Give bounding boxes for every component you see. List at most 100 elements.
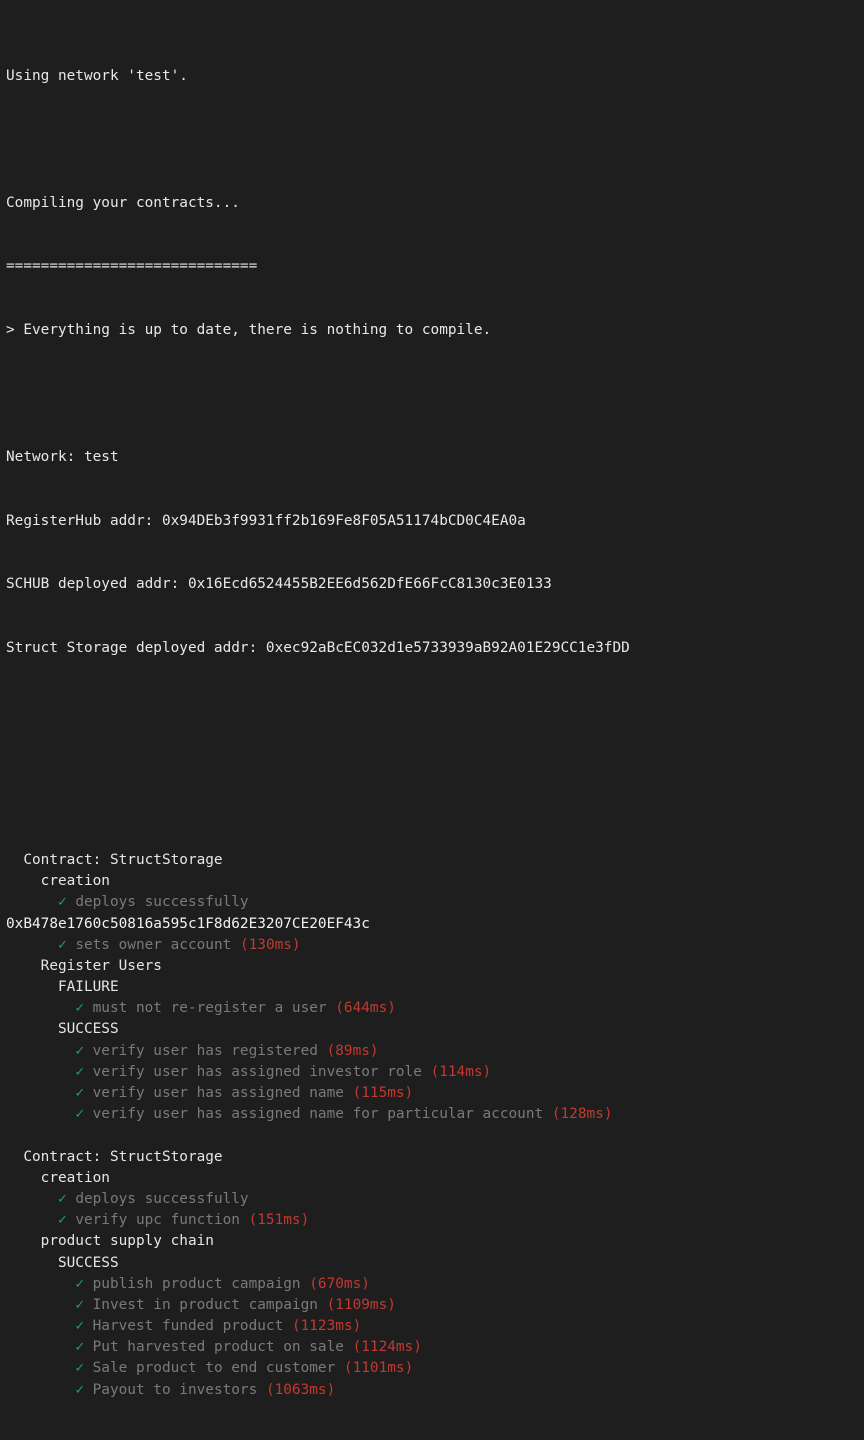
test-duration: (1109ms)	[326, 1296, 396, 1313]
group-title: Register Users	[40, 957, 162, 974]
group-title-row: product supply chain	[6, 1231, 864, 1252]
test-result-row: ✓ verify user has assigned name for part…	[6, 1104, 864, 1125]
compiling-line: Compiling your contracts...	[6, 194, 240, 211]
check-icon: ✓	[75, 1085, 84, 1101]
test-title: must not re-register a user	[83, 1000, 327, 1017]
test-title: deploys successfully	[66, 894, 249, 911]
check-icon: ✓	[57, 894, 67, 911]
test-result-row: ✓ Sale product to end customer (1101ms)	[6, 1358, 864, 1379]
subgroup-title-row: SUCCESS	[6, 1253, 864, 1274]
test-result-row: ✓ Payout to investors (1063ms)	[6, 1380, 864, 1401]
group-title-row: creation	[6, 871, 864, 892]
check-icon: ✓	[75, 1042, 84, 1059]
subgroup-title: SUCCESS	[57, 1254, 119, 1271]
struct-storage-address-line: Struct Storage deployed addr: 0xec92aBcE…	[6, 639, 630, 656]
deployed-address: 0xB478e1760c50816a595c1F8d62E3207CE20EF4…	[6, 915, 370, 932]
mocha-test-results: Contract: StructStorage creation ✓ deplo…	[6, 850, 864, 1401]
test-result-row: ✓ verify user has assigned investor role…	[6, 1062, 864, 1083]
test-title: Invest in product campaign	[83, 1296, 318, 1313]
test-result-row: ✓ Harvest funded product (1123ms)	[6, 1316, 864, 1337]
test-result-row: ✓ verify user has registered (89ms)	[6, 1041, 864, 1062]
test-title: verify user has registered	[83, 1042, 318, 1059]
test-result-row: ✓ sets owner account (130ms)	[6, 935, 864, 956]
test-result-row: ✓ publish product campaign (670ms)	[6, 1274, 864, 1295]
check-icon: ✓	[75, 1318, 84, 1335]
subgroup-title-row: SUCCESS	[6, 1019, 864, 1040]
check-icon: ✓	[75, 1106, 84, 1123]
subgroup-title: FAILURE	[57, 979, 119, 996]
terminal-output: Using network 'test'. Compiling your con…	[0, 0, 864, 1398]
network-banner-line: Using network 'test'.	[6, 67, 188, 84]
test-result-row: ✓ must not re-register a user (644ms)	[6, 998, 864, 1019]
raw-output-line: 0xB478e1760c50816a595c1F8d62E3207CE20EF4…	[6, 914, 864, 935]
test-title: deploys successfully	[66, 1190, 249, 1207]
check-icon: ✓	[57, 1190, 67, 1207]
test-duration: (670ms)	[309, 1275, 370, 1292]
check-icon: ✓	[75, 1275, 84, 1292]
check-icon: ✓	[57, 936, 67, 953]
group-title: product supply chain	[40, 1233, 214, 1250]
test-duration: (151ms)	[248, 1212, 310, 1229]
network-label-line: Network: test	[6, 449, 119, 466]
group-title-row: creation	[6, 1168, 864, 1189]
test-duration: (128ms)	[551, 1106, 613, 1123]
subgroup-title: SUCCESS	[57, 1021, 119, 1038]
test-duration: (89ms)	[326, 1042, 379, 1059]
subgroup-title-row: FAILURE	[6, 977, 864, 998]
group-title: creation	[40, 873, 110, 890]
test-duration: (1101ms)	[343, 1360, 414, 1377]
test-title: publish product campaign	[83, 1275, 301, 1292]
test-title: Put harvested product on sale	[83, 1339, 344, 1356]
check-icon: ✓	[75, 1381, 84, 1398]
check-icon: ✓	[75, 1296, 84, 1313]
test-result-row: ✓ Invest in product campaign (1109ms)	[6, 1295, 864, 1316]
register-hub-address-line: RegisterHub addr: 0x94DEb3f9931ff2b169Fe…	[6, 512, 526, 529]
check-icon: ✓	[75, 1360, 84, 1377]
up-to-date-line: > Everything is up to date, there is not…	[6, 321, 492, 338]
suite-title: Contract: StructStorage	[23, 1148, 223, 1165]
test-result-row: ✓ verify upc function (151ms)	[6, 1210, 864, 1231]
test-result-row: ✓ verify user has assigned name (115ms)	[6, 1083, 864, 1104]
test-duration: (1124ms)	[352, 1339, 422, 1356]
check-icon: ✓	[75, 1339, 84, 1356]
check-icon: ✓	[57, 1212, 67, 1229]
test-duration: (115ms)	[352, 1085, 414, 1101]
test-duration: (130ms)	[239, 936, 301, 953]
test-result-row: ✓ deploys successfully	[6, 892, 864, 913]
test-duration: (114ms)	[430, 1063, 492, 1080]
test-title: Harvest funded product	[83, 1318, 284, 1335]
suite-title: Contract: StructStorage	[23, 851, 223, 868]
suite-title-row: Contract: StructStorage	[6, 1147, 864, 1168]
divider-line: =============================	[6, 258, 258, 275]
test-title: verify user has assigned investor role	[83, 1063, 422, 1080]
schub-address-line: SCHUB deployed addr: 0x16Ecd6524455B2EE6…	[6, 576, 552, 593]
check-icon: ✓	[75, 1063, 84, 1080]
